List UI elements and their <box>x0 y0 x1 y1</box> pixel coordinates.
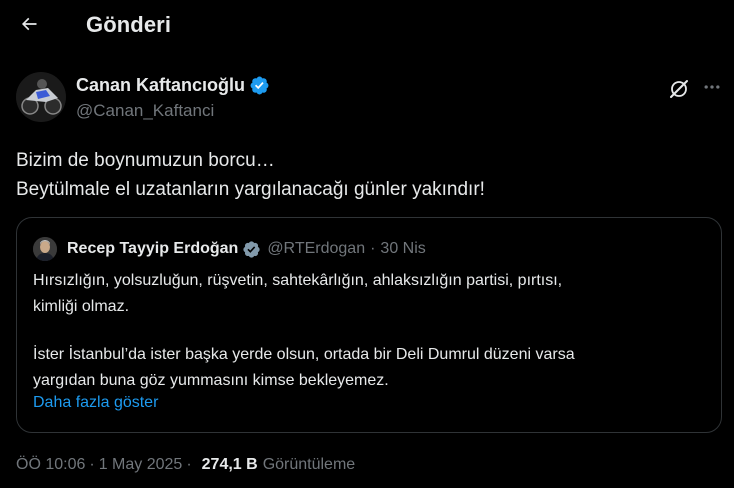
avatar[interactable] <box>16 72 66 122</box>
top-bar: Gönderi <box>0 0 734 53</box>
quoted-post[interactable]: Recep Tayyip Erdoğan @RTErdogan · 30 Nis… <box>16 217 722 433</box>
more-options-button[interactable] <box>700 77 724 101</box>
quoted-avatar <box>33 237 57 261</box>
quoted-text-line: Hırsızlığın, yolsuzluğun, rüşvetin, saht… <box>33 272 563 289</box>
quoted-post-header: Recep Tayyip Erdoğan @RTErdogan · 30 Nis <box>33 237 426 261</box>
quoted-author-handle: @RTErdogan <box>267 240 366 257</box>
back-button[interactable] <box>14 11 44 41</box>
quoted-author-name: Recep Tayyip Erdoğan <box>67 240 239 257</box>
quoted-post-text: Hırsızlığın, yolsuzluğun, rüşvetin, saht… <box>33 268 703 394</box>
show-more-link[interactable]: Daha fazla göster <box>33 394 158 412</box>
verified-badge-icon[interactable] <box>249 75 270 96</box>
quoted-text-line: yargıdan buna göz yummasını kimse bekley… <box>33 372 389 389</box>
quoted-post-date: 30 Nis <box>380 240 426 257</box>
post-date[interactable]: 1 May 2025 <box>99 456 183 474</box>
views-count: 274,1 B <box>201 456 258 473</box>
grok-button[interactable] <box>667 77 691 101</box>
separator-dot: · <box>186 456 192 473</box>
author-name[interactable]: Canan Kaftancıoğlu <box>76 75 245 96</box>
post-author: Canan Kaftancıoğlu @Canan_Kaftanci <box>16 71 722 123</box>
more-horizontal-icon <box>702 77 722 102</box>
arrow-left-icon <box>19 14 39 39</box>
post-time[interactable]: ÖÖ 10:06 <box>16 456 85 474</box>
grok-icon <box>667 80 691 105</box>
author-handle[interactable]: @Canan_Kaftanci <box>76 101 214 121</box>
post-metadata: ÖÖ 10:06 · 1 May 2025 · 274,1 B Görüntül… <box>16 456 355 474</box>
quoted-text-line: İster İstanbul’da ister başka yerde olsu… <box>33 346 575 363</box>
separator-dot: · <box>370 240 376 257</box>
post-text: Bizim de boynumuzun borcu… Beytülmale el… <box>16 146 485 204</box>
quoted-text-line: kimliği olmaz. <box>33 298 130 315</box>
post-text-line: Beytülmale el uzatanların yargılanacağı … <box>16 179 485 200</box>
verified-badge-gray-icon <box>242 240 261 259</box>
post-text-line: Bizim de boynumuzun borcu… <box>16 150 275 171</box>
views-label: Görüntüleme <box>262 456 356 473</box>
separator-dot: · <box>89 456 95 473</box>
page-title: Gönderi <box>86 12 172 37</box>
